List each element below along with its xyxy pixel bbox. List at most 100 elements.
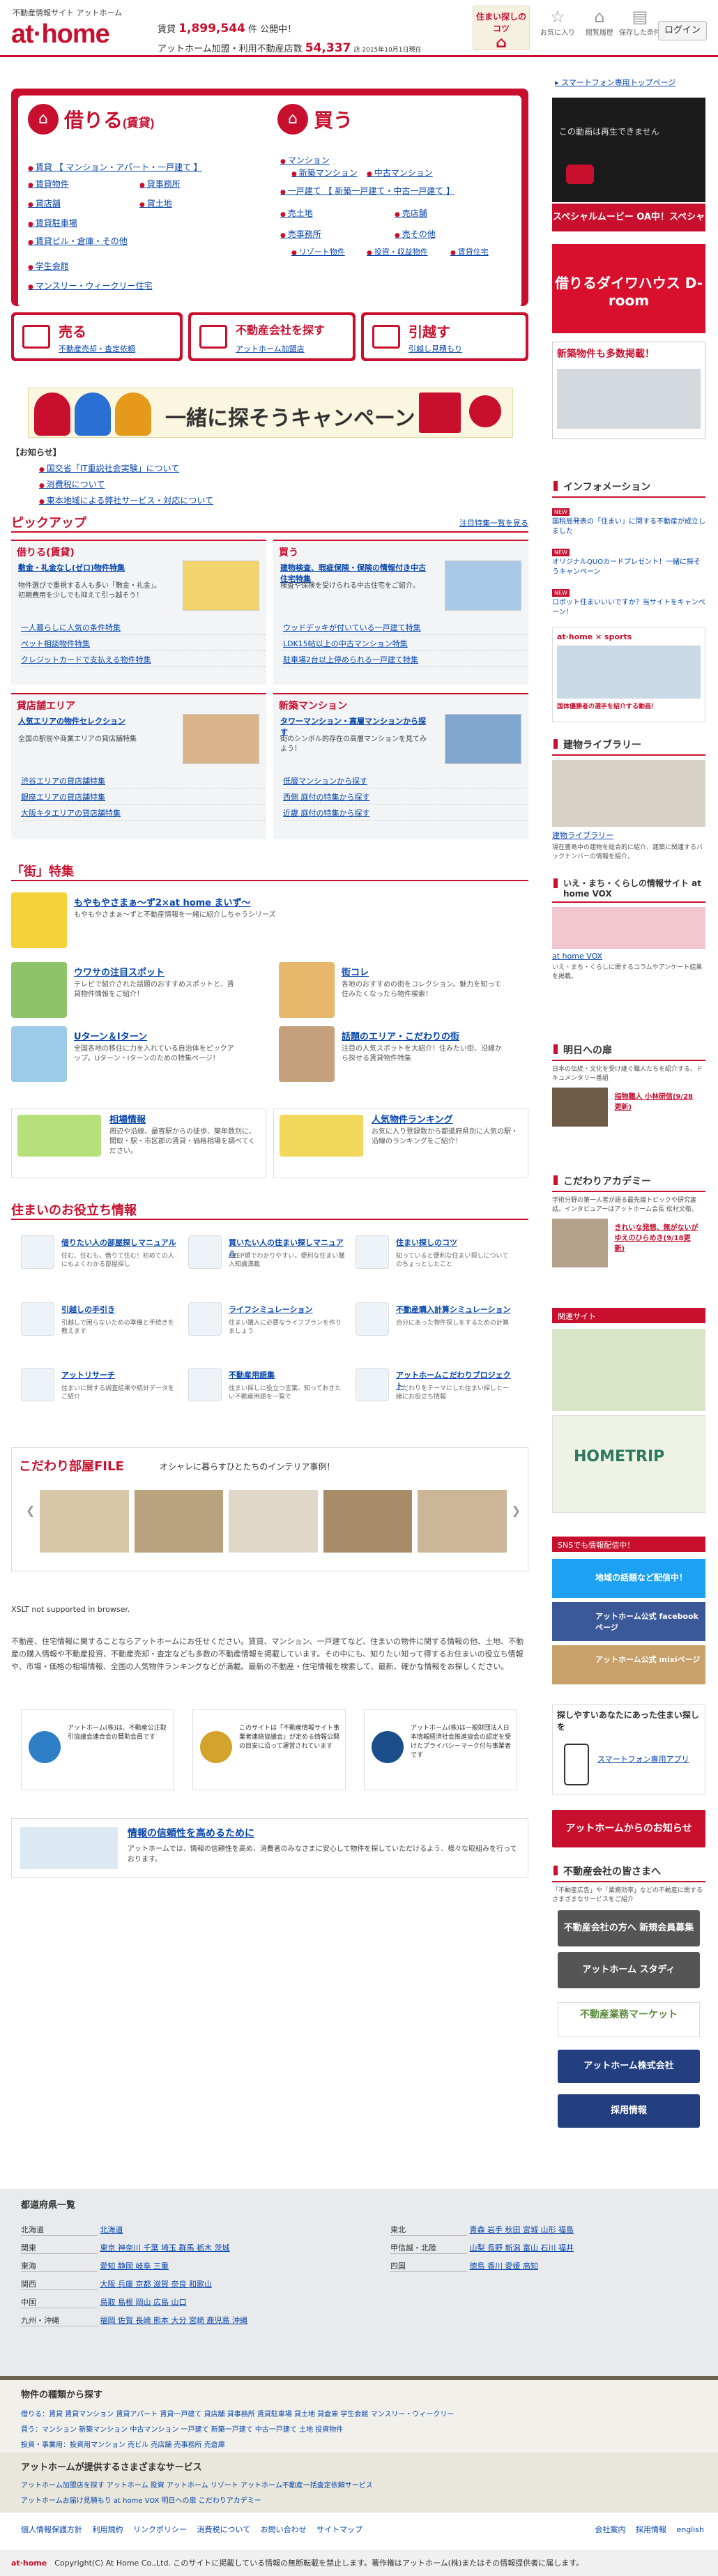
kinds-row[interactable]: 買う：マンション 新築マンション 中古マンション 一戸建て 新築一戸建て 中古一… [21,2423,343,2434]
list-item[interactable]: クレジットカードで支払える物件特集 [21,653,266,667]
ranking-box[interactable]: 人気物件ランキング お気に入り登録数から都道府県別に人気の駅・沿線のランキングをご… [273,1108,528,1178]
market-price-box[interactable]: 相場情報 周辺や沿線、最寄駅からの徒歩、築年数別に、間取・駅・市区郡の賃貸・価格相… [11,1108,266,1178]
hire-link-office[interactable]: 貸事務所 [139,178,181,190]
info-item[interactable]: オリジナルQUOカードプレゼント！一緒に探そうキャンペーン [552,558,701,576]
agency-box[interactable]: 不動産会社を探す アットホーム加盟店 [188,312,356,361]
agency-sub[interactable]: アットホーム加盟店 [236,343,305,354]
hire-link-parking[interactable]: 賃貸駐車場 [28,217,77,229]
town-feature-5[interactable]: 話題のエリア・こだわりの街 注目の人気スポットを大紹介！住みたい街、沿線から探せる… [279,1026,507,1089]
useful-item-title[interactable]: 不動産用語集 [229,1369,347,1380]
useful-item[interactable]: アットホームこだわりプロジェクト こだわりをテーマにした住まい探しと一緒にお役立ち… [356,1368,516,1410]
sports-banner[interactable]: at·home × sports 国体優勝者の選手を紹介する動画！ [552,627,705,722]
interior-photo[interactable] [134,1490,224,1553]
hometrip-banner[interactable]: HOMETRIP [552,1415,705,1513]
interior-photo[interactable] [323,1490,413,1553]
library-link[interactable]: 建物ライブラリー [552,830,705,841]
useful-item[interactable]: 不動産購入計算シミュレーション 自分にあった物件探しをするための計算 [356,1302,516,1344]
house-tips-button[interactable]: 住まい探しのコツ ⌂ [473,6,530,52]
related-site-banner[interactable] [552,1329,705,1411]
kinds-row[interactable]: 借りる：賃貸 賃貸マンション 賃貸アパート 賃貸一戸建て 貸店舗 貸事務所 賃貸… [21,2408,454,2418]
town-feature-3[interactable]: 街コレ 各地のおすすめの街をコレクション。魅力を知って住みたくなったら物件検索！ [279,962,507,1025]
new-property-banner[interactable]: 新築物件も多数掲載！ [552,342,705,439]
buy-link-resort[interactable]: リゾート物件 [291,246,345,257]
footer-link[interactable]: english [676,2525,704,2534]
service-row[interactable]: アットホーム加盟店を探す アットホーム 投資 アットホーム リゾート アットホー… [21,2479,373,2490]
hire-link-land[interactable]: 貸土地 [139,197,172,209]
list-item[interactable]: 近畿 庭付の特集から探す [283,806,528,821]
useful-item[interactable]: 住まい探しのコツ 知っていると便利な住まい探しについてのちょっとしたこと [356,1235,516,1277]
pref-link[interactable]: 青森 岩手 秋田 宮城 山形 福島 [470,2224,574,2235]
pref-link[interactable]: 東京 神奈川 千葉 埼玉 群馬 栃木 茨城 [100,2242,230,2253]
pickup-store-link[interactable]: 人気エリアの物件セレクション [18,715,165,726]
footer-link[interactable]: 個人情報保護方針 [21,2525,82,2534]
saved-conditions-button[interactable]: ▤ 保存した条件 [618,7,662,52]
list-item[interactable]: ペット相談物件特集 [21,637,266,651]
buy-link-rental-house[interactable]: 賃貸住宅 [450,246,489,257]
buy-link-other[interactable]: 売その他 [395,228,436,240]
reports-banner[interactable]: 不動産業務マーケット [558,2002,700,2037]
useful-item-title[interactable]: 住まい探しのコツ [396,1237,514,1248]
town-feature-2[interactable]: ウワサの注目スポット テレビで紹介された話題のおすすめスポットと、賃貸物件情報をご… [11,962,240,1025]
feature-title[interactable]: 話題のエリア・こだわりの街 [342,1029,459,1042]
useful-item[interactable]: 不動産用語集 住まい探しに役立つ言葉、知っておきたい不動産用語を一覧で [188,1368,349,1410]
useful-item-title[interactable]: 借りたい人の部屋探しマニュアル [61,1237,180,1248]
useful-item-title[interactable]: ライフシミュレーション [229,1304,347,1315]
pref-link[interactable]: 福岡 佐賀 長崎 熊本 大分 宮崎 鹿児島 沖縄 [100,2315,247,2326]
hire-link-monthly[interactable]: マンスリー・ウィークリー住宅 [28,280,153,291]
buy-link-used-mansion[interactable]: 中古マンション [367,167,433,178]
footer-link[interactable]: サイトマップ [316,2525,362,2534]
list-item[interactable]: 駐車場2台以上停められる一戸建て特集 [283,653,528,667]
pro-join-button[interactable]: 不動産会社の方へ 新規会員募集 [558,1910,700,1946]
footer-link[interactable]: 消費税について [197,2525,251,2534]
buy-link-house[interactable]: 一戸建て 【 新築一戸建て・中古一戸建て 】 [280,185,455,197]
feature-title[interactable]: もやもやさまぁ～ず2×at home まいず～ [74,895,251,908]
buy-link-invest[interactable]: 投資・収益物件 [367,246,428,257]
town-feature-1[interactable]: もやもやさまぁ～ず2×at home まいず～ もやもやさまぁ～ずと不動産情報を一… [11,892,528,955]
footer-link[interactable]: 会社案内 [595,2525,625,2534]
interior-photo[interactable] [418,1490,507,1553]
pref-link[interactable]: 鳥取 島根 岡山 広島 山口 [100,2296,187,2308]
hire-link-rental[interactable]: 賃貸物件 [28,178,69,190]
history-button[interactable]: ⌂ 閲覧履歴 [577,7,622,52]
pickup-more-link[interactable]: 注目特集一覧を見る [459,517,528,528]
footer-link[interactable]: リンクポリシー [133,2525,187,2534]
pref-link[interactable]: 徳島 香川 愛媛 高知 [470,2260,539,2271]
buy-link-office[interactable]: 売事務所 [280,228,321,240]
useful-item[interactable]: ライフシミュレーション 住まい購入に必要なライフプランを作りましょう [188,1302,349,1344]
login-button[interactable]: ログイン [658,21,707,40]
useful-item[interactable]: アットリサーチ 住まいに関する調査結果や統計データをご紹介 [21,1368,181,1410]
feature-title[interactable]: ウワサの注目スポット [74,965,165,978]
pref-link[interactable]: 大阪 兵庫 京都 滋賀 奈良 和歌山 [100,2278,212,2289]
list-item[interactable]: ウッドデッキが付いている一戸建て特集 [283,620,528,635]
play-icon[interactable] [566,165,594,184]
app-banner[interactable]: 探しやすいあなたにあった住まい探しを スマートフォン専用アプリ [552,1704,705,1794]
notice-item[interactable]: 国交省「IT重説社会実験」について [39,462,528,474]
feature-title[interactable]: 人気物件ランキング [372,1112,453,1125]
buy-link-land[interactable]: 売土地 [280,207,313,219]
feature-title[interactable]: 街コレ [342,965,369,978]
youtube-video[interactable]: この動画は再生できません [552,98,705,202]
useful-item-title[interactable]: 引越しの手引き [61,1304,180,1315]
town-feature-4[interactable]: Uターン＆Iターン 全国各地の移住に力を入れている自治体をピックアップ。Uターン・… [11,1026,240,1089]
sell-sub[interactable]: 不動産売却・査定依頼 [59,343,135,354]
sports-link[interactable]: 国体優勝者の選手を紹介する動画！ [557,701,701,710]
academy-link[interactable]: きれいな発想、無がないがゆえのひらめき(9/18更新) [615,1221,698,1253]
pref-link[interactable]: 愛知 静岡 岐阜 三重 [100,2260,169,2271]
prev-arrow-icon[interactable]: ❮ [26,1504,35,1517]
buy-link-store[interactable]: 売店舗 [395,207,427,219]
reliability-link[interactable]: 情報の信頼性を高めるために [128,1826,254,1840]
study-button[interactable]: アットホーム スタディ [558,1952,700,1988]
move-box[interactable]: 引越す 引越し見積もり [361,312,528,361]
corporate-button[interactable]: アットホーム株式会社 [558,2050,700,2083]
buy-link-mansion[interactable]: マンション [280,154,330,166]
interior-photo[interactable] [40,1490,129,1553]
pref-link[interactable]: 北海道 [100,2224,123,2235]
next-arrow-icon[interactable]: ❯ [512,1504,521,1517]
hire-link-building[interactable]: 賃貸ビル・倉庫・その他 [28,235,128,247]
footer-link[interactable]: 利用規約 [93,2525,123,2534]
useful-item[interactable]: 買いたい人の住まい探しマニュアル STEP順でわかりやすい。便利な住まい購入知識満… [188,1235,349,1277]
notice-item[interactable]: 東本地域による弊社サービス・対応について [39,494,528,506]
smartphone-link[interactable]: ▸ スマートフォン専用トップページ [555,77,675,88]
buy-title[interactable]: 買う [314,105,353,133]
twitter-banner[interactable]: 地域の話題など配信中！ [552,1559,705,1598]
